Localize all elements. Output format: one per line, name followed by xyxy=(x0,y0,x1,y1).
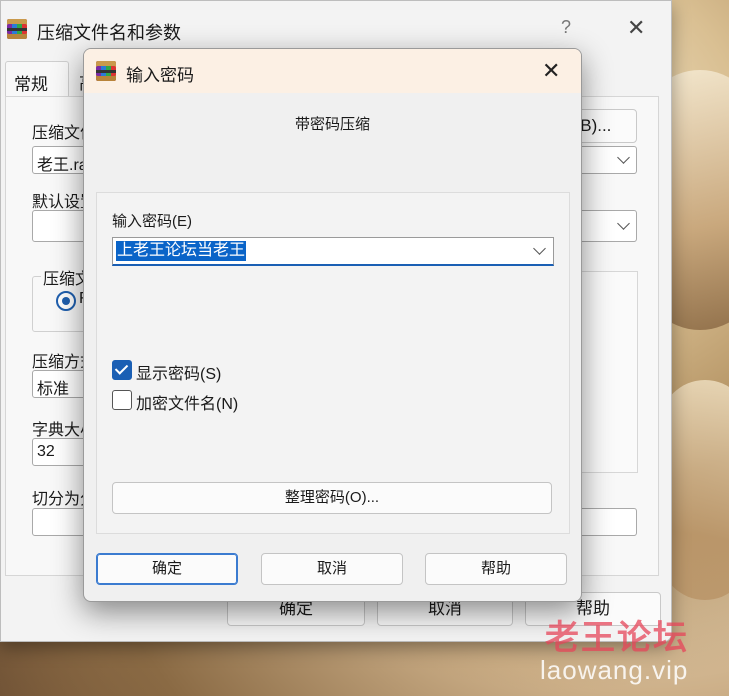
close-icon[interactable]: ✕ xyxy=(627,15,645,41)
chevron-down-icon xyxy=(617,151,630,164)
tab-label: 常规 xyxy=(14,75,48,94)
close-icon[interactable]: ✕ xyxy=(542,58,560,84)
password-value: 上老王论坛当老王 xyxy=(116,241,247,261)
tab-general[interactable]: 常规 xyxy=(5,61,69,98)
ok-button[interactable]: 确定 xyxy=(96,553,238,585)
window-title: 压缩文件名和参数 xyxy=(37,23,181,43)
cancel-button[interactable]: 取消 xyxy=(261,553,403,585)
dictionary-value: 32 xyxy=(37,443,55,460)
password-input[interactable]: 上老王论坛当老王 xyxy=(112,237,554,266)
archive-name-value: 老王.ra xyxy=(37,157,88,174)
chevron-down-icon[interactable] xyxy=(533,242,546,255)
winrar-app-icon xyxy=(96,61,116,81)
show-password-checkbox[interactable] xyxy=(112,360,132,380)
watermark-url: laowang.vip xyxy=(540,655,689,685)
password-label: 输入密码(E) xyxy=(112,213,192,230)
help-button[interactable]: 帮助 xyxy=(425,553,567,585)
dialog-heading: 带密码压缩 xyxy=(294,116,370,133)
method-value: 标准 xyxy=(37,381,70,398)
dialog-title: 输入密码 xyxy=(126,66,194,85)
encrypt-filenames-label: 加密文件名(N) xyxy=(136,396,239,413)
format-radio[interactable] xyxy=(56,291,76,311)
chevron-down-icon xyxy=(617,217,630,230)
organize-passwords-button[interactable]: 整理密码(O)... xyxy=(112,482,552,514)
enter-password-dialog: 输入密码 ✕ 带密码压缩 输入密码(E) 上老王论坛当老王 显示密码(S) 加密… xyxy=(83,48,582,602)
show-password-label: 显示密码(S) xyxy=(136,366,222,383)
options-box xyxy=(578,271,638,473)
encrypt-filenames-checkbox[interactable] xyxy=(112,390,132,410)
dialog-titlebar: 输入密码 ✕ xyxy=(84,49,581,93)
side-field[interactable] xyxy=(578,508,637,536)
help-icon[interactable]: ? xyxy=(561,17,571,38)
watermark-logo-text: 老王论坛 xyxy=(545,619,689,657)
winrar-app-icon xyxy=(7,19,27,39)
